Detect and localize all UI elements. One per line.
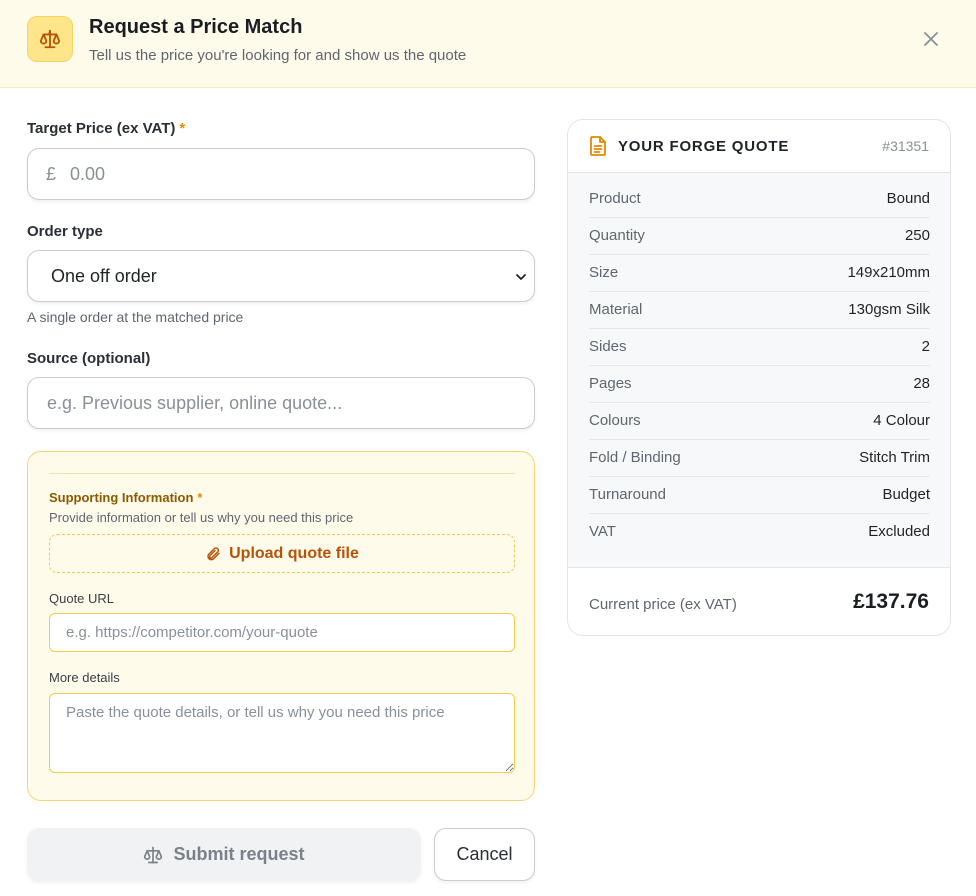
row-value: Stitch Trim <box>859 449 930 466</box>
supporting-info-description: Provide information or tell us why you n… <box>49 510 354 525</box>
table-row: Turnaround Budget <box>589 477 930 514</box>
row-label: Product <box>589 190 641 207</box>
source-input[interactable] <box>28 378 534 428</box>
currency-symbol: £ <box>46 164 57 184</box>
supporting-info-box: Supporting Information * Provide informat… <box>27 451 535 801</box>
table-row: Colours 4 Colour <box>589 403 930 440</box>
table-row: VAT Excluded <box>589 514 930 551</box>
scale-icon <box>144 846 163 863</box>
cancel-label: Cancel <box>456 844 513 864</box>
row-label: Pages <box>589 375 632 392</box>
row-value: Excluded <box>868 523 930 540</box>
row-value: 130gsm Silk <box>848 301 930 318</box>
order-type-helper: A single order at the matched price <box>27 309 244 325</box>
quote-details-table: Product Bound Quantity 250 Size 149x210m… <box>568 173 950 568</box>
supporting-info-title-text: Supporting Information <box>49 490 194 505</box>
table-row: Product Bound <box>589 181 930 218</box>
more-details-field[interactable] <box>49 693 515 773</box>
row-value: 28 <box>913 375 930 392</box>
quote-id: #31351 <box>882 138 929 154</box>
row-value: 4 Colour <box>873 412 930 429</box>
current-price-label: Current price (ex VAT) <box>589 596 737 613</box>
quote-card-header: YOUR FORGE QUOTE #31351 <box>568 120 950 173</box>
row-label: Size <box>589 264 619 281</box>
table-row: Material 130gsm Silk <box>589 292 930 329</box>
supporting-info-title: Supporting Information * <box>49 490 202 505</box>
close-icon <box>924 32 938 46</box>
table-row: Quantity 250 <box>589 218 930 255</box>
row-value: 2 <box>921 338 930 355</box>
close-button[interactable] <box>918 26 944 52</box>
quote-card: YOUR FORGE QUOTE #31351 Product Bound Qu… <box>567 119 951 636</box>
quote-url-field[interactable] <box>49 613 515 652</box>
row-label: Fold / Binding <box>589 449 681 466</box>
modal-header: Request a Price Match Tell us the price … <box>0 0 976 88</box>
divider <box>49 473 515 474</box>
row-label: Turnaround <box>589 486 666 503</box>
row-label: Colours <box>589 412 641 429</box>
upload-quote-button[interactable]: Upload quote file <box>49 534 515 573</box>
quote-url-input[interactable] <box>50 614 514 651</box>
source-label: Source (optional) <box>27 350 151 367</box>
more-details-label: More details <box>49 670 120 685</box>
modal-title: Request a Price Match <box>89 16 303 38</box>
row-label: Quantity <box>589 227 645 244</box>
target-price-label: Target Price (ex VAT) * <box>27 120 185 137</box>
document-icon <box>590 136 606 156</box>
scale-icon <box>27 16 73 62</box>
order-type-field[interactable]: One off order <box>27 250 535 302</box>
table-row: Sides 2 <box>589 329 930 366</box>
upload-quote-label: Upload quote file <box>229 544 359 562</box>
table-row: Pages 28 <box>589 366 930 403</box>
row-label: VAT <box>589 523 616 540</box>
submit-request-button[interactable]: Submit request <box>27 828 421 881</box>
table-row: Size 149x210mm <box>589 255 930 292</box>
modal-subtitle: Tell us the price you're looking for and… <box>89 47 467 64</box>
source-field[interactable] <box>27 377 535 429</box>
submit-request-label: Submit request <box>173 844 305 864</box>
paperclip-icon <box>207 546 220 560</box>
row-value: Budget <box>882 486 930 503</box>
target-price-field[interactable]: £ <box>27 148 535 200</box>
row-label: Material <box>589 301 643 318</box>
more-details-textarea[interactable] <box>50 694 514 772</box>
row-value: Bound <box>886 190 930 207</box>
required-mark: * <box>179 120 186 137</box>
order-type-label: Order type <box>27 223 103 240</box>
row-value: 149x210mm <box>847 264 930 281</box>
row-value: 250 <box>904 227 930 244</box>
target-price-input[interactable] <box>28 149 534 199</box>
row-label: Sides <box>589 338 627 355</box>
order-type-select[interactable]: One off order <box>28 251 534 301</box>
cancel-button[interactable]: Cancel <box>434 828 535 881</box>
current-price-value: £137.76 <box>853 590 929 613</box>
table-row: Fold / Binding Stitch Trim <box>589 440 930 477</box>
quote-card-title: YOUR FORGE QUOTE <box>618 138 790 155</box>
required-mark: * <box>197 490 203 505</box>
target-price-label-text: Target Price (ex VAT) <box>27 120 176 137</box>
quote-url-label: Quote URL <box>49 591 115 606</box>
